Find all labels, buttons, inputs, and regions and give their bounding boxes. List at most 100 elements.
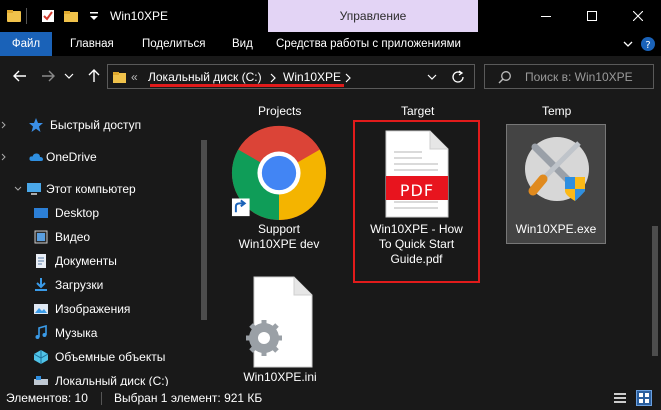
- pdf-file-icon: [385, 130, 449, 218]
- nav-item-onedrive[interactable]: OneDrive: [0, 146, 200, 168]
- nav-item-label: Видео: [55, 230, 91, 244]
- desktop-folder-icon: [34, 208, 48, 218]
- nav-item-this-pc[interactable]: Этот компьютер: [0, 178, 200, 200]
- selection-info: Выбран 1 элемент: 921 КБ: [114, 391, 263, 405]
- address-highlight-underline: [150, 84, 344, 87]
- breadcrumb-overflow-icon[interactable]: «: [131, 70, 138, 84]
- nav-pane-scrollbar[interactable]: [200, 96, 208, 386]
- downloads-folder-icon: [35, 278, 47, 291]
- nav-item-quick-access[interactable]: Быстрый доступ: [0, 114, 200, 136]
- manage-tab[interactable]: Управление: [268, 0, 478, 32]
- folder-target[interactable]: Target: [401, 104, 434, 118]
- nav-item-label: OneDrive: [46, 150, 97, 164]
- minimize-icon: [541, 16, 551, 17]
- nav-item-desktop[interactable]: Desktop: [0, 202, 200, 224]
- close-button[interactable]: [615, 0, 661, 32]
- properties-icon[interactable]: [40, 8, 56, 24]
- arrow-right-icon: [42, 70, 55, 82]
- content-scrollbar[interactable]: [649, 96, 661, 386]
- nav-item-videos[interactable]: Видео: [0, 226, 200, 248]
- maximize-button[interactable]: [569, 0, 615, 32]
- nav-item-3d-objects[interactable]: Объемные объекты: [0, 346, 200, 368]
- file-name: Win10XPE - How To Quick Start Guide.pdf: [370, 222, 463, 266]
- nav-item-pictures[interactable]: Изображения: [0, 298, 200, 320]
- minimize-button[interactable]: [523, 0, 569, 32]
- customize-quick-access-icon[interactable]: [86, 8, 102, 24]
- chevron-right-icon[interactable]: [269, 73, 277, 83]
- scrollbar-thumb[interactable]: [201, 140, 207, 320]
- search-placeholder: Поиск в: Win10XPE: [525, 70, 633, 84]
- file-item-support[interactable]: Support Win10XPE dev: [220, 124, 338, 254]
- recent-locations-button[interactable]: [62, 66, 76, 86]
- folder-temp[interactable]: Temp: [542, 104, 571, 118]
- nav-item-documents[interactable]: Документы: [0, 250, 200, 272]
- nav-item-label: Desktop: [55, 206, 100, 220]
- details-view-icon[interactable]: [613, 391, 627, 405]
- chevron-right-icon[interactable]: [344, 73, 352, 83]
- nav-item-downloads[interactable]: Загрузки: [0, 274, 200, 296]
- 3d-objects-icon: [33, 350, 49, 364]
- breadcrumb-win10xpe[interactable]: Win10XPE: [283, 70, 341, 84]
- drive-icon: [34, 376, 48, 385]
- up-button[interactable]: [84, 66, 104, 86]
- scrollbar-thumb[interactable]: [652, 226, 658, 356]
- chevron-right-icon[interactable]: [0, 121, 16, 137]
- folder-icon[interactable]: [6, 8, 22, 24]
- chevron-right-icon[interactable]: [0, 153, 16, 169]
- nav-item-music[interactable]: Музыка: [0, 322, 200, 344]
- svg-text:?: ?: [645, 40, 650, 51]
- large-icons-view-icon[interactable]: [636, 390, 652, 406]
- nav-item-label: Загрузки: [55, 278, 104, 292]
- file-list-area: Projects Target Temp Support Win10XPE de…: [208, 96, 649, 386]
- pdf-badge: PDF: [399, 181, 435, 200]
- tab-view[interactable]: Вид: [232, 32, 253, 56]
- folder-projects[interactable]: Projects: [258, 104, 301, 118]
- refresh-icon[interactable]: [450, 69, 466, 85]
- chevron-down-icon[interactable]: [426, 72, 438, 82]
- tab-file[interactable]: Файл: [0, 32, 52, 56]
- music-folder-icon: [35, 325, 47, 339]
- maximize-icon: [587, 11, 597, 21]
- file-item-ini[interactable]: Win10XPE.ini: [230, 276, 330, 386]
- nav-item-label: Объемные объекты: [55, 350, 166, 364]
- ini-settings-icon: [246, 276, 313, 368]
- video-folder-icon: [34, 230, 48, 244]
- nav-item-label: Музыка: [55, 326, 98, 340]
- nav-item-local-disk[interactable]: Локальный диск (C:): [0, 370, 200, 386]
- breadcrumb-local-disk[interactable]: Локальный диск (C:): [148, 70, 262, 84]
- computer-icon: [27, 183, 41, 195]
- star-icon: [29, 118, 43, 132]
- window-title: Win10XPE: [110, 9, 169, 23]
- status-bar: Элементов: 10 Выбран 1 элемент: 921 КБ: [0, 386, 661, 410]
- forward-button[interactable]: [38, 66, 58, 86]
- file-name: Support Win10XPE dev: [238, 222, 320, 251]
- documents-folder-icon: [36, 254, 46, 268]
- tab-home[interactable]: Главная: [70, 32, 114, 56]
- search-input[interactable]: Поиск в: Win10XPE: [484, 64, 654, 89]
- title-bar: Win10XPE Управление: [0, 0, 661, 32]
- tab-share[interactable]: Поделиться: [142, 32, 206, 56]
- file-item-exe[interactable]: Win10XPE.exe: [506, 124, 606, 244]
- search-icon: [498, 71, 511, 84]
- ribbon-tabs: Файл Главная Поделиться Вид Средства раб…: [0, 32, 661, 56]
- help-icon[interactable]: ?: [640, 36, 656, 52]
- nav-item-label: Этот компьютер: [46, 182, 136, 196]
- exe-tools-icon: [525, 137, 589, 201]
- title-separator: [26, 8, 27, 24]
- back-button[interactable]: [10, 66, 30, 86]
- navigation-pane: Быстрый доступ OneDrive Этот компьютер D…: [0, 96, 208, 386]
- pictures-folder-icon: [34, 304, 48, 314]
- chevron-down-icon: [64, 73, 74, 79]
- new-folder-icon[interactable]: [63, 8, 79, 24]
- file-item-pdf-guide[interactable]: PDF Win10XPE - How To Quick Start Guide.…: [353, 120, 480, 283]
- close-icon: [633, 11, 643, 21]
- file-name: Win10XPE.ini: [243, 370, 317, 384]
- tab-app-tools[interactable]: Средства работы с приложениями: [276, 32, 461, 56]
- expand-ribbon-icon[interactable]: [620, 36, 636, 52]
- nav-item-label: Быстрый доступ: [50, 118, 142, 132]
- status-separator: [101, 392, 102, 405]
- cloud-icon: [29, 153, 43, 161]
- file-name: Win10XPE.exe: [515, 222, 597, 236]
- address-row: « Локальный диск (C:) Win10XPE Поиск в: …: [0, 56, 661, 96]
- nav-item-label: Локальный диск (C:): [55, 374, 169, 386]
